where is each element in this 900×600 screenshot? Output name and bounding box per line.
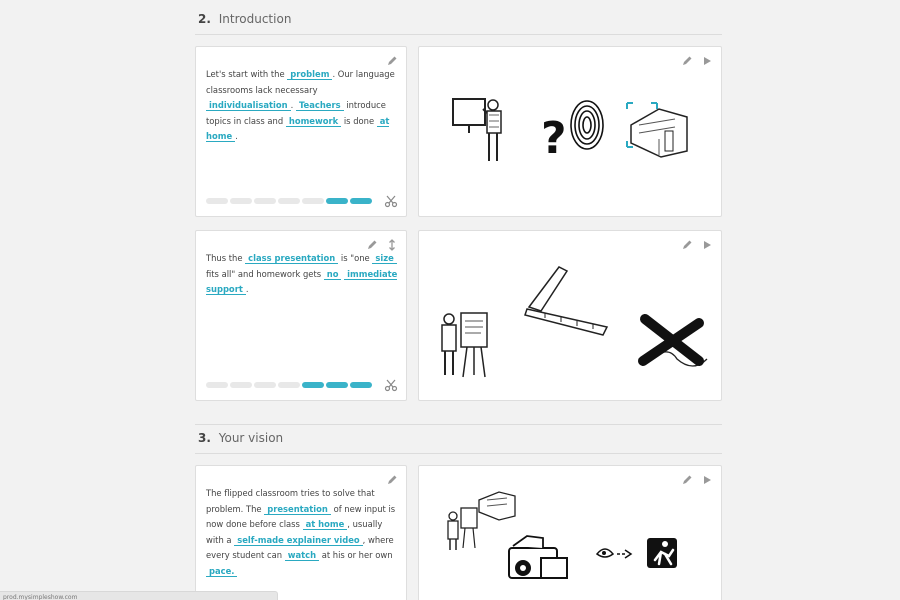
sentence-text: is done xyxy=(341,115,377,126)
question-mark-illustration: ? xyxy=(541,113,567,164)
keyword-blank[interactable]: homework xyxy=(285,115,342,127)
storyboard-page: 2. Introduction Let's start with the pro… xyxy=(0,0,900,600)
section-number: 2. xyxy=(198,12,211,26)
keyword-blank[interactable]: problem xyxy=(287,69,333,80)
scene-text-card-3[interactable]: The flipped classroom tries to solve tha… xyxy=(195,465,407,600)
progress-segment-filled xyxy=(326,382,348,388)
sentence-text: Thus the xyxy=(206,253,246,263)
progress-segment-filled xyxy=(350,198,372,204)
play-icon[interactable] xyxy=(701,239,713,251)
pencil-icon[interactable] xyxy=(386,55,398,67)
progress-segment-empty xyxy=(278,382,300,388)
sentence-text: fits all" and homework gets xyxy=(206,268,324,279)
progress-segment-empty xyxy=(206,198,228,204)
scene-image-card-3[interactable] xyxy=(418,465,722,600)
pencil-icon[interactable] xyxy=(681,239,693,251)
running-person-sign-illustration xyxy=(647,538,677,568)
scissors-icon[interactable] xyxy=(384,194,398,208)
browser-status-bar: prod.mysimpleshow.com xyxy=(0,591,278,600)
sentence-text: . xyxy=(245,284,249,294)
progress-segment-empty xyxy=(254,382,276,388)
section-title: Your vision xyxy=(218,431,284,445)
keyword-blank[interactable]: Teachers xyxy=(295,100,344,111)
sentence-text: is "one xyxy=(338,253,373,263)
pencil-icon[interactable] xyxy=(386,474,398,486)
scene-text-card-1[interactable]: Let's start with the problem. Our langua… xyxy=(195,46,407,217)
split-arrows-icon[interactable] xyxy=(386,239,398,251)
ruler-illustration xyxy=(524,266,609,336)
keyword-blank[interactable]: watch xyxy=(284,550,320,561)
scene-image-card-2[interactable] xyxy=(418,230,722,401)
section-divider xyxy=(195,453,722,454)
pencil-icon[interactable] xyxy=(366,239,378,251)
scene-sentence[interactable]: The flipped classroom tries to solve tha… xyxy=(206,486,398,579)
section-number: 3. xyxy=(198,431,211,445)
progress-segment-empty xyxy=(302,198,324,204)
sentence-text: Let's start with the xyxy=(206,69,288,79)
scene-illustration: ? xyxy=(452,98,688,164)
sentence-text: at his or her own xyxy=(319,550,393,560)
crossed-out-illustration xyxy=(638,314,708,367)
keyword-blank[interactable]: at home xyxy=(302,519,348,530)
progress-segment-filled xyxy=(302,382,324,388)
keyword-blank[interactable]: pace. xyxy=(206,565,238,577)
section-title: Introduction xyxy=(218,12,292,26)
section-heading-introduction: 2. Introduction xyxy=(198,12,291,26)
pencil-icon[interactable] xyxy=(681,55,693,67)
scene-sentence[interactable]: Let's start with the problem. Our langua… xyxy=(206,67,398,145)
keyword-blank[interactable]: size xyxy=(372,253,397,264)
sentence-text: . xyxy=(235,131,238,141)
video-camera-illustration xyxy=(508,535,568,579)
scissors-icon[interactable] xyxy=(384,378,398,392)
progress-segment-empty xyxy=(206,382,228,388)
scene-progress xyxy=(206,198,372,204)
keyword-blank[interactable]: self-made explainer video xyxy=(234,534,363,546)
progress-segment-empty xyxy=(254,198,276,204)
progress-segment-empty xyxy=(230,382,252,388)
section-heading-your-vision: 3. Your vision xyxy=(198,431,283,445)
progress-segment-empty xyxy=(278,198,300,204)
play-icon[interactable] xyxy=(701,474,713,486)
keyword-blank[interactable]: class presentation xyxy=(245,253,339,264)
progress-segment-filled xyxy=(350,382,372,388)
progress-segment-filled xyxy=(326,198,348,204)
scene-illustration xyxy=(441,266,708,378)
pencil-icon[interactable] xyxy=(681,474,693,486)
scene-sentence[interactable]: Thus the class presentation is "one size… xyxy=(206,251,398,298)
keyword-blank[interactable]: individualisation xyxy=(206,100,291,111)
progress-segment-empty xyxy=(230,198,252,204)
teacher-at-board-illustration xyxy=(452,98,502,161)
svg-text:?: ? xyxy=(541,113,567,164)
eye-illustration xyxy=(595,548,615,558)
scene-image-card-1[interactable]: ? xyxy=(418,46,722,217)
scene-progress xyxy=(206,382,372,388)
school-building-illustration xyxy=(626,102,688,158)
classroom-presentation-illustration xyxy=(447,491,516,550)
scene-text-card-2[interactable]: Thus the class presentation is "one size… xyxy=(195,230,407,401)
presenter-with-flipchart-illustration xyxy=(441,312,488,378)
scene-illustration xyxy=(447,491,677,579)
play-icon[interactable] xyxy=(701,55,713,67)
fingerprint-illustration xyxy=(570,100,604,150)
section-divider xyxy=(195,34,722,35)
arrow-illustration xyxy=(617,549,633,559)
keyword-blank[interactable]: no xyxy=(323,268,342,280)
section-divider xyxy=(195,424,722,425)
keyword-blank[interactable]: presentation xyxy=(264,503,331,515)
